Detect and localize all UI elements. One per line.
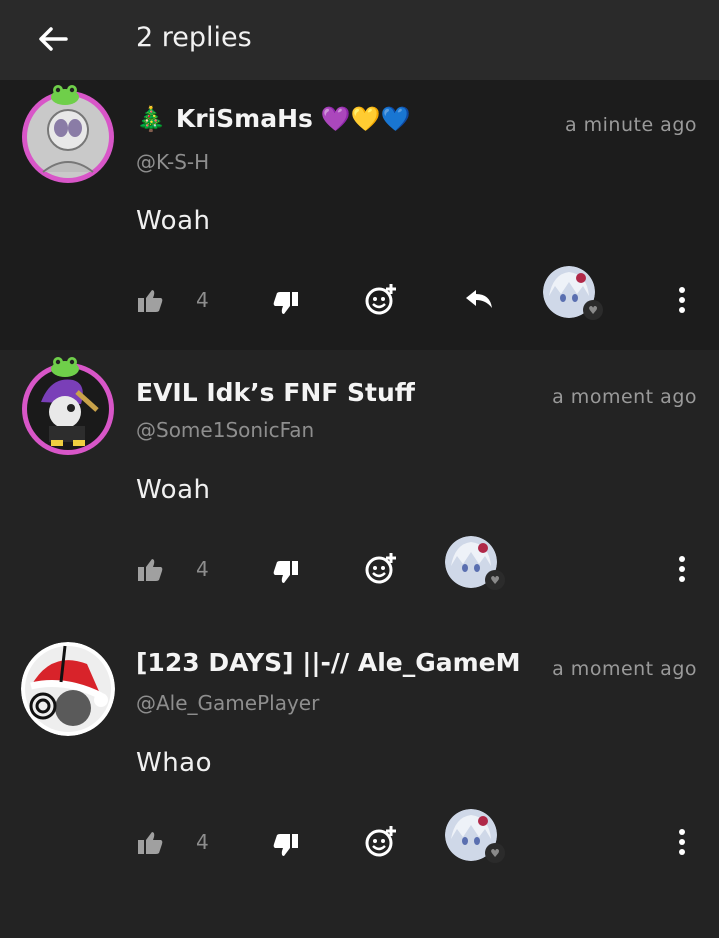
like-count: 4 — [196, 830, 209, 854]
like-icon[interactable] — [136, 830, 164, 856]
frog-badge-icon — [51, 85, 79, 105]
more-options-icon[interactable] — [667, 827, 697, 857]
add-reaction-icon[interactable] — [364, 824, 398, 858]
hearts-emoji: 💜💛💙 — [320, 104, 411, 133]
like-icon[interactable] — [136, 288, 164, 314]
like-icon[interactable] — [136, 557, 164, 583]
add-reaction-icon[interactable] — [364, 282, 398, 316]
heart-icon: ♥ — [485, 843, 505, 863]
heart-icon: ♥ — [485, 570, 505, 590]
add-reaction-icon[interactable] — [364, 551, 398, 585]
timestamp: a moment ago — [542, 658, 697, 680]
comment-item: [123 DAYS] ||-// Ale_GameM a moment ago … — [0, 628, 719, 906]
back-arrow-icon[interactable] — [36, 22, 70, 56]
comment-text: Whao — [136, 748, 213, 778]
page-title: 2 replies — [136, 22, 252, 53]
timestamp: a minute ago — [554, 114, 697, 136]
frog-badge-icon — [51, 357, 79, 377]
author-handle[interactable]: @Ale_GamePlayer — [136, 691, 319, 715]
author-name[interactable]: EVIL Idk’s FNF Stuff — [136, 378, 415, 407]
dislike-icon[interactable] — [272, 559, 300, 585]
action-bar: 4 ♥ — [0, 536, 719, 595]
tree-emoji: 🎄 — [136, 104, 166, 133]
author-handle[interactable]: @Some1SonicFan — [136, 418, 314, 442]
like-count: 4 — [196, 557, 209, 581]
more-options-icon[interactable] — [667, 285, 697, 315]
comment-text: Woah — [136, 475, 211, 505]
avatar[interactable] — [21, 642, 115, 736]
dislike-icon[interactable] — [272, 832, 300, 858]
action-bar: 4 ♥ — [0, 266, 719, 326]
comment-text: Woah — [136, 206, 211, 236]
action-bar: 4 ♥ — [0, 809, 719, 868]
reply-icon[interactable] — [464, 288, 494, 310]
comment-item: EVIL Idk’s FNF Stuff a moment ago @Some1… — [0, 350, 719, 628]
heart-icon: ♥ — [583, 300, 603, 320]
author-name[interactable]: [123 DAYS] ||-// Ale_GameM — [136, 648, 521, 677]
like-count: 4 — [196, 288, 209, 312]
more-options-icon[interactable] — [667, 554, 697, 584]
author-name[interactable]: KriSmaHs — [176, 104, 313, 133]
dislike-icon[interactable] — [272, 290, 300, 316]
top-bar: 2 replies — [0, 0, 719, 80]
timestamp: a moment ago — [542, 386, 697, 408]
comment-item: 🎄 KriSmaHs 💜💛💙 a minute ago @K-S-H Woah … — [0, 80, 719, 350]
author-handle[interactable]: @K-S-H — [136, 150, 209, 174]
